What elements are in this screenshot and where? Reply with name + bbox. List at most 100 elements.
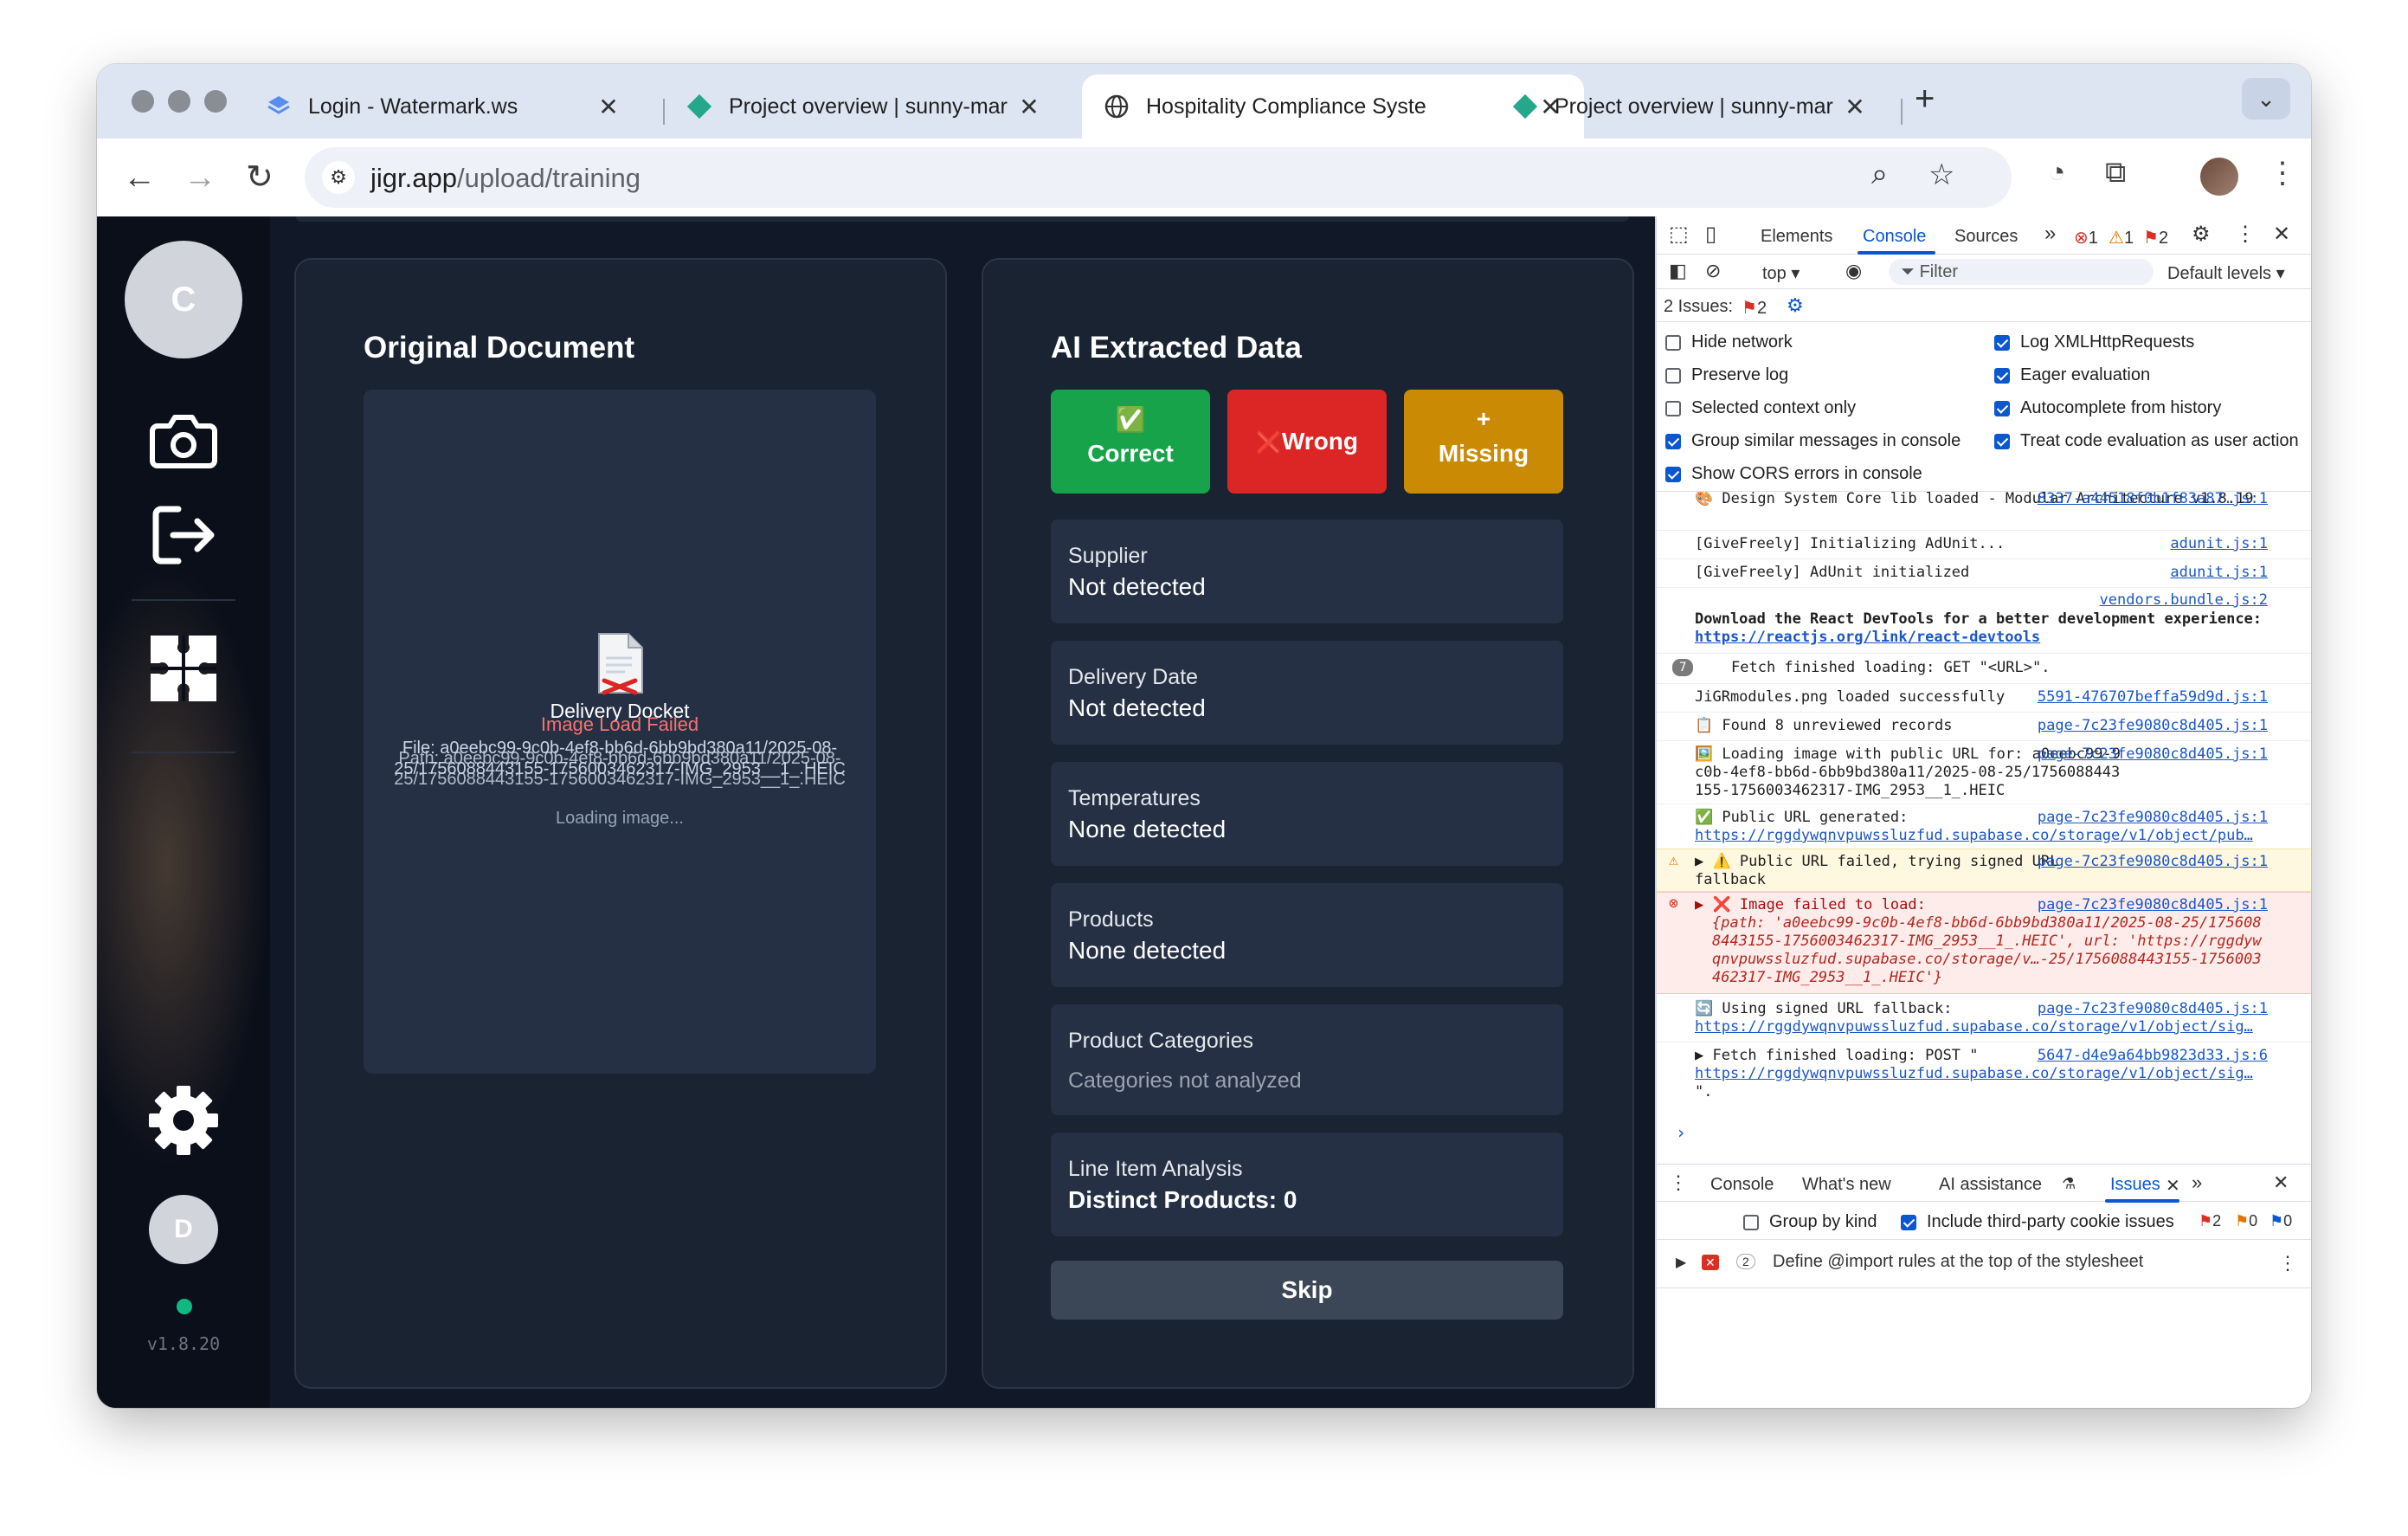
supplier-field[interactable]: Supplier Not detected [1051, 520, 1563, 623]
checkbox[interactable] [1665, 400, 1681, 416]
delivery-date-field[interactable]: Delivery Date Not detected [1051, 641, 1563, 745]
log-levels-dropdown[interactable]: Default levels ▾ [2167, 262, 2285, 284]
company-avatar[interactable]: C [125, 241, 242, 358]
warning-count[interactable]: ⚠1 [2109, 227, 2134, 248]
back-arrow-icon[interactable]: ← [123, 158, 156, 197]
sidebar-toggle-icon[interactable]: ◧ [1669, 260, 1687, 282]
checkbox[interactable] [1665, 334, 1681, 351]
checkbox-checked[interactable] [1665, 433, 1681, 449]
checkbox-checked[interactable] [1994, 433, 2010, 449]
products-field[interactable]: Products None detected [1051, 883, 1563, 987]
source-link[interactable]: adunit.js:1 [2170, 564, 2268, 582]
camera-icon[interactable] [145, 400, 222, 476]
wrong-button[interactable]: ❌Wrong [1227, 390, 1387, 494]
close-tab-icon[interactable]: ✕ [1842, 93, 1868, 121]
extensions-puzzle-icon[interactable]: ⧉ [2105, 156, 2126, 190]
drawer-tab-console[interactable]: Console [1710, 1175, 1774, 1195]
message-link[interactable]: https://rggdywqnvpuwssluzfud.supabase.co… [1695, 1018, 2253, 1036]
profile-avatar[interactable] [2200, 158, 2238, 196]
more-tabs-icon[interactable]: » [2044, 222, 2056, 246]
document-preview[interactable]: Delivery Docket Image Load Failed File: … [364, 390, 876, 1074]
option-treat-code-eval[interactable]: Treat code evaluation as user action [1994, 431, 2299, 451]
option-group-by-kind[interactable]: Group by kind [1743, 1212, 1877, 1232]
message-text[interactable]: ▶ Fetch finished loading: POST " [1695, 1047, 1979, 1064]
source-link[interactable]: page-7c23fe9080c8d405.js:1 [2038, 745, 2268, 764]
skip-button[interactable]: Skip [1051, 1261, 1563, 1320]
drawer-tab-ai-assistance[interactable]: AI assistance [1939, 1175, 2042, 1195]
tab-project-overview-1[interactable]: Project overview | sunny-mar ✕ [665, 74, 1063, 139]
source-link[interactable]: vendors.bundle.js:2 [2100, 591, 2268, 610]
tab-elements[interactable]: Elements [1761, 227, 1832, 247]
forward-arrow-icon[interactable]: → [183, 158, 216, 197]
option-autocomplete[interactable]: Autocomplete from history [1994, 398, 2221, 418]
browser-menu-icon[interactable]: ⋮ [2268, 156, 2297, 190]
close-window-button[interactable] [132, 90, 154, 113]
inspect-element-icon[interactable]: ⬚ [1669, 222, 1689, 247]
console-settings-gear-icon[interactable]: ⚙ [1787, 294, 1804, 317]
tab-sources[interactable]: Sources [1954, 227, 2018, 247]
checkbox[interactable] [1743, 1214, 1759, 1230]
source-link[interactable]: page-7c23fe9080c8d405.js:1 [2038, 853, 2268, 871]
site-settings-icon[interactable]: ⚙ [322, 161, 355, 194]
devtools-menu-icon[interactable]: ⋮ [2235, 222, 2256, 247]
message-link[interactable]: https://reactjs.org/link/react-devtools [1695, 629, 2040, 646]
message-text[interactable]: ▶ ⚠️ Public URL failed, trying signed UR… [1695, 853, 2058, 888]
gear-icon[interactable] [145, 1082, 222, 1158]
option-include-third-party[interactable]: Include third-party cookie issues [1901, 1212, 2174, 1232]
logout-icon[interactable] [145, 497, 222, 573]
issues-badge[interactable]: ⚑2 [1742, 297, 1767, 319]
error-detail[interactable]: {path: 'a0eebc99-9c0b-4ef8-bb6d-6bb9bd38… [1695, 914, 2268, 987]
extension-loader-icon[interactable]: ◔ [2048, 156, 2066, 190]
error-count[interactable]: ⊗1 [2074, 227, 2098, 248]
missing-button[interactable]: + Missing [1404, 390, 1563, 494]
message-text[interactable]: ▶ ❌ Image failed to load: [1695, 896, 1926, 913]
source-link[interactable]: page-7c23fe9080c8d405.js:1 [2038, 809, 2268, 827]
checkbox-checked[interactable] [1994, 400, 2010, 416]
source-link[interactable]: 5591-476707beffa59d9d.js:1 [2038, 688, 2268, 707]
checkbox-checked[interactable] [1994, 367, 2010, 384]
context-selector[interactable]: top ▾ [1762, 262, 1800, 284]
close-tab-icon[interactable]: ✕ [1016, 93, 1042, 121]
tab-search-button[interactable]: ⌄ [2242, 78, 2290, 119]
close-tab-icon[interactable]: ✕ [596, 93, 621, 121]
console-output[interactable]: 🎨 Design System Core lib loaded - Modula… [1657, 492, 2311, 1164]
correct-button[interactable]: ✅ Correct [1051, 390, 1210, 494]
checkbox[interactable] [1665, 367, 1681, 384]
issue-menu-icon[interactable]: ⋮ [2278, 1252, 2297, 1275]
live-expression-eye-icon[interactable]: ◉ [1845, 260, 1862, 282]
reload-icon[interactable]: ↻ [246, 158, 274, 197]
console-prompt[interactable]: › [1676, 1124, 1686, 1142]
line-item-analysis-field[interactable]: Line Item Analysis Distinct Products: 0 [1051, 1133, 1563, 1236]
clear-console-icon[interactable]: ⊘ [1705, 260, 1721, 282]
tab-project-overview-2[interactable]: Project overview | sunny-mar ✕ [1491, 74, 1889, 139]
close-issues-tab-icon[interactable]: ✕ [2166, 1175, 2180, 1197]
checkbox-checked[interactable] [1665, 466, 1681, 482]
device-toolbar-icon[interactable]: ▯ [1705, 222, 1716, 247]
message-link[interactable]: https://rggdywqnvpuwssluzfud.supabase.co… [1695, 1065, 2253, 1082]
source-link[interactable]: 5647-d4e9a64bb9823d33.js:6 [2038, 1047, 2268, 1065]
issues-count[interactable]: ⚑2 [2143, 227, 2168, 248]
option-hide-network[interactable]: Hide network [1665, 332, 1793, 352]
tab-console[interactable]: Console [1863, 227, 1926, 247]
option-eager-evaluation[interactable]: Eager evaluation [1994, 365, 2150, 385]
drawer-menu-icon[interactable]: ⋮ [1669, 1171, 1688, 1194]
zoom-window-button[interactable] [204, 90, 227, 113]
minimize-window-button[interactable] [168, 90, 190, 113]
checkbox-checked[interactable] [1994, 334, 2010, 351]
zoom-icon[interactable]: ⌕ [1871, 158, 1888, 191]
address-bar[interactable]: ⚙ jigr.app/upload/training ⌕ ☆ [305, 147, 2012, 208]
bookmark-star-icon[interactable]: ☆ [1928, 158, 1954, 192]
option-group-similar[interactable]: Group similar messages in console [1665, 431, 1961, 451]
filter-input[interactable]: ⏷ Filter [1889, 259, 2154, 285]
source-link[interactable]: page-7c23fe9080c8d405.js:1 [2038, 896, 2268, 914]
product-categories-field[interactable]: Product Categories Categories not analyz… [1051, 1004, 1563, 1115]
option-log-xmlhttprequests[interactable]: Log XMLHttpRequests [1994, 332, 2194, 352]
source-link[interactable]: 8337-a44518f0b1f83a87.js:1 [2038, 492, 2268, 508]
checkbox-checked[interactable] [1901, 1214, 1916, 1230]
source-link[interactable]: page-7c23fe9080c8d405.js:1 [2038, 1000, 2268, 1018]
option-selected-context-only[interactable]: Selected context only [1665, 398, 1856, 418]
expand-triangle-icon[interactable]: ▶ [1676, 1254, 1686, 1271]
user-avatar[interactable]: D [149, 1195, 218, 1264]
message-link[interactable]: https://rggdywqnvpuwssluzfud.supabase.co… [1695, 827, 2253, 844]
close-devtools-icon[interactable]: ✕ [2273, 222, 2290, 247]
